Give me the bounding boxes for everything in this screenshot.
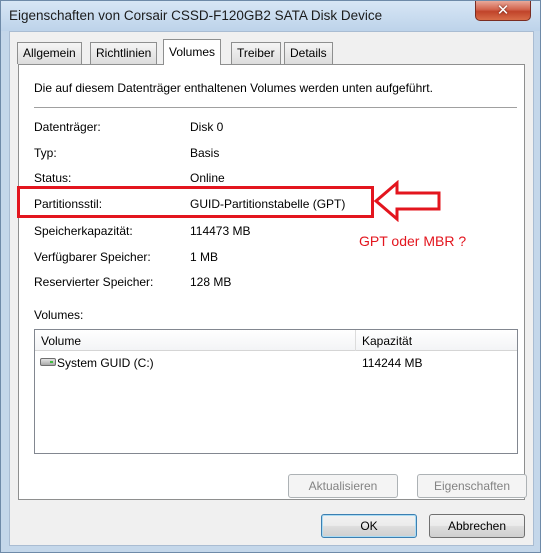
volumes-list[interactable]: Volume Kapazität System GUID (C:) 114244…: [34, 329, 518, 454]
tab-allgemein[interactable]: Allgemein: [17, 42, 82, 64]
annotation-highlight-box: [17, 186, 374, 218]
dialog-client-area: Allgemein Richtlinien Volumes Treiber De…: [9, 31, 534, 546]
property-label-type: Typ:: [34, 146, 57, 160]
annotation-arrow-icon: [373, 180, 441, 222]
column-divider[interactable]: [355, 330, 356, 351]
tab-treiber[interactable]: Treiber: [231, 42, 281, 64]
property-label-disk: Datenträger:: [34, 120, 101, 134]
volumes-tab-panel: Die auf diesem Datenträger enthaltenen V…: [18, 64, 527, 500]
refresh-button[interactable]: Aktualisieren: [288, 474, 398, 498]
volume-capacity: 114244 MB: [362, 356, 423, 370]
property-label-free-space: Verfügbarer Speicher:: [34, 250, 151, 264]
tab-volumes[interactable]: Volumes: [163, 39, 222, 65]
volume-properties-button[interactable]: Eigenschaften: [417, 474, 527, 498]
column-header-capacity[interactable]: Kapazität: [362, 334, 412, 348]
property-value-disk: Disk 0: [190, 120, 224, 134]
annotation-text: GPT oder MBR ?: [359, 233, 467, 249]
property-value-type: Basis: [190, 146, 220, 160]
cancel-button[interactable]: Abbrechen: [429, 514, 525, 538]
property-value-status: Online: [190, 171, 225, 185]
volume-name: System GUID (C:): [57, 356, 154, 370]
separator: [34, 107, 517, 108]
property-label-capacity: Speicherkapazität:: [34, 224, 133, 238]
property-value-free-space: 1 MB: [190, 250, 219, 264]
list-header: Volume Kapazität: [35, 330, 517, 351]
tab-richtlinien[interactable]: Richtlinien: [90, 42, 158, 64]
property-label-status: Status:: [34, 171, 72, 185]
property-value-capacity: 114473 MB: [190, 224, 251, 238]
close-button[interactable]: ✕: [475, 1, 531, 21]
title-bar[interactable]: Eigenschaften von Corsair CSSD-F120GB2 S…: [1, 1, 540, 31]
list-item[interactable]: System GUID (C:) 114244 MB: [35, 353, 517, 373]
property-label-reserved-space: Reservierter Speicher:: [34, 275, 154, 289]
column-header-volume[interactable]: Volume: [41, 334, 81, 348]
properties-dialog: Eigenschaften von Corsair CSSD-F120GB2 S…: [0, 0, 541, 553]
tab-details[interactable]: Details: [284, 42, 333, 64]
window-title: Eigenschaften von Corsair CSSD-F120GB2 S…: [9, 8, 383, 23]
drive-icon: [40, 358, 56, 366]
close-icon: ✕: [496, 2, 510, 19]
panel-description: Die auf diesem Datenträger enthaltenen V…: [34, 81, 433, 95]
volumes-label: Volumes:: [34, 308, 84, 322]
ok-button[interactable]: OK: [321, 514, 417, 538]
property-value-reserved-space: 128 MB: [190, 275, 232, 289]
